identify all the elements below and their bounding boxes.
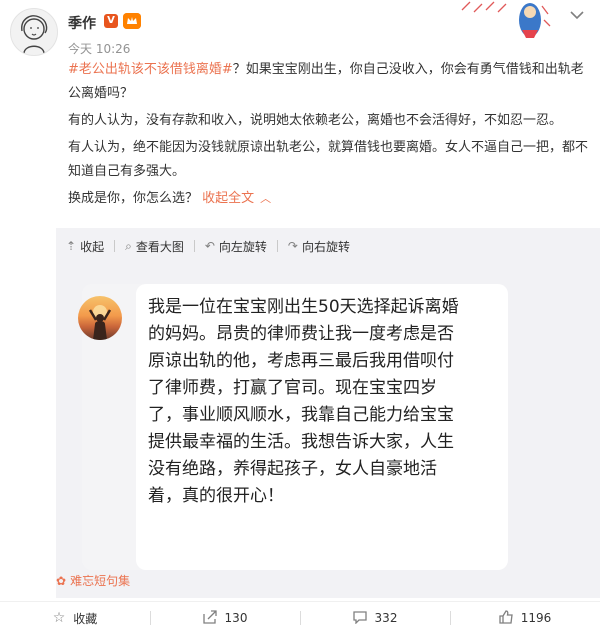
silhouette-icon [88,305,112,340]
message-bubble: 我是一位在宝宝刚出生50天选择起诉离婚 的妈妈。昂贵的律师费让我一度考虑是否 原… [136,284,508,570]
collapse-up-icon: ⇡ [66,239,77,253]
post-paragraph-4: 换成是你，你怎么选？ 收起全文 ︿ [68,187,588,211]
share-icon [202,610,217,626]
share-count: 130 [224,611,248,625]
collapse-image-button[interactable]: ⇡ 收起 [66,238,104,255]
media-area: ⇡ 收起 ⌕ 查看大图 ↶ 向左旋转 ↷ 向右旋转 我是一位在宝宝刚出生50天选… [56,228,600,598]
collection-link[interactable]: ✿ 难忘短句集 [56,572,130,589]
topic-tag-link[interactable]: #老公出轨该不该借钱离婚# [68,62,233,77]
comment-icon [352,610,367,626]
collection-label: 难忘短句集 [70,574,131,588]
rotate-left-button[interactable]: ↶ 向左旋转 [205,238,267,255]
favorite-button[interactable]: ☆ 收藏 [0,602,150,634]
like-icon [499,610,513,626]
rotate-right-icon: ↷ [287,239,298,253]
verified-badge[interactable]: V [104,14,118,28]
flower-icon: ✿ [56,573,67,588]
view-large-label: 查看大图 [135,239,184,254]
rotate-right-button[interactable]: ↷ 向右旋转 [288,238,350,255]
like-count: 1196 [520,611,552,625]
post-paragraph-3: 有人认为，绝不能因为没钱就原谅出轨老公，就算借钱也要离婚。女人不逼自己一把，都不… [68,140,589,179]
toolbar-divider [193,240,195,252]
username[interactable]: 季作 [68,13,96,33]
crown-icon [123,13,141,29]
sunset-silhouette-avatar [78,296,122,340]
member-badge-icon[interactable] [123,13,141,29]
paragraph-4-text: 换成是你，你怎么选？ [68,191,199,206]
media-toolbar: ⇡ 收起 ⌕ 查看大图 ↶ 向左旋转 ↷ 向右旋转 [66,234,360,258]
collapse-text-link[interactable]: 收起全文 [202,191,254,206]
more-chevron-down-icon[interactable] [568,8,586,22]
rotate-right-label: 向右旋转 [301,239,350,254]
rotate-left-icon: ↶ [204,239,215,253]
message-text: 我是一位在宝宝刚出生50天选择起诉离婚 的妈妈。昂贵的律师费让我一度考虑是否 原… [148,297,459,506]
rotate-left-label: 向左旋转 [218,239,267,254]
comment-button[interactable]: 332 [300,602,450,634]
post-image[interactable]: 我是一位在宝宝刚出生50天选择起诉离婚 的妈妈。昂贵的律师费让我一度考虑是否 原… [78,284,508,570]
post-body: #老公出轨该不该借钱离婚#？如果宝宝刚出生，你自己没收入，你会有勇气借钱和出轨老… [68,58,588,214]
post-paragraph-1: #老公出轨该不该借钱离婚#？如果宝宝刚出生，你自己没收入，你会有勇气借钱和出轨老… [68,58,588,106]
post-timestamp[interactable]: 今天 10:26 [68,40,130,57]
action-bar: ☆ 收藏 130 332 1196 [0,601,600,634]
star-icon: ☆ [52,610,66,626]
chevron-up-icon[interactable]: ︿ [260,192,271,205]
collapse-image-label: 收起 [80,239,105,254]
view-large-button[interactable]: ⌕ 查看大图 [125,238,184,255]
share-button[interactable]: 130 [150,602,300,634]
toolbar-divider [114,240,116,252]
toolbar-divider [276,240,278,252]
comment-count: 332 [374,611,398,625]
favorite-label: 收藏 [73,611,98,626]
card-decoration-icon [461,1,551,38]
magnifier-icon: ⌕ [125,238,132,253]
sketch-portrait-icon [21,15,48,54]
like-button[interactable]: 1196 [450,602,600,634]
post-paragraph-2: 有的人认为，没有存款和收入，说明她太依赖老公，离婚也不会活得好，不如忍一忍。 [68,113,563,128]
user-avatar[interactable] [10,8,58,56]
